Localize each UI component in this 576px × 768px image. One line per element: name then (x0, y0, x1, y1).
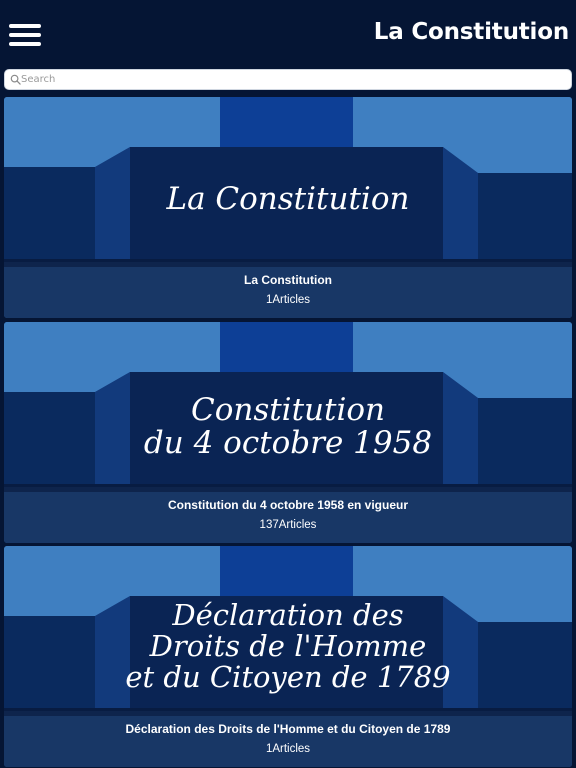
banner-title: Déclaration des Droits de l'Homme et du … (104, 598, 472, 695)
list-item-la-constitution[interactable]: La Constitution La Constitution 1Article… (4, 97, 572, 318)
search-icon (10, 74, 21, 85)
card-footer: La Constitution 1Articles (4, 262, 572, 318)
app-header: La Constitution (0, 0, 576, 68)
card-footer: Déclaration des Droits de l'Homme et du … (4, 711, 572, 767)
banner-line: et du Citoyen de 1789 (125, 660, 451, 695)
hamburger-menu-icon[interactable] (9, 20, 41, 48)
card-name: La Constitution (244, 273, 332, 287)
banner-line: Droits de l'Homme (149, 629, 427, 664)
banner-title: La Constitution (94, 181, 482, 217)
article-count: 1Articles (265, 743, 311, 755)
list-item-constitution-1958[interactable]: Constitution du 4 octobre 1958 Constitut… (4, 322, 572, 543)
app-title: La Constitution (373, 19, 569, 45)
article-count: 137Articles (259, 519, 317, 531)
search-bar[interactable] (4, 69, 572, 90)
card-name: Déclaration des Droits de l'Homme et du … (125, 722, 451, 736)
banner-line: Constitution (190, 392, 386, 428)
list-item-declaration-1789[interactable]: Déclaration des Droits de l'Homme et du … (4, 546, 572, 767)
card-footer: Constitution du 4 octobre 1958 en vigueu… (4, 487, 572, 543)
search-input[interactable] (21, 71, 566, 88)
banner-line: La Constitution (166, 181, 410, 217)
article-count: 1Articles (265, 294, 311, 306)
banner-line: Déclaration des (172, 598, 404, 632)
card-name: Constitution du 4 octobre 1958 en vigueu… (167, 498, 409, 512)
banner-line: du 4 octobre 1958 (143, 425, 433, 462)
banner-title: Constitution du 4 octobre 1958 (94, 392, 482, 462)
